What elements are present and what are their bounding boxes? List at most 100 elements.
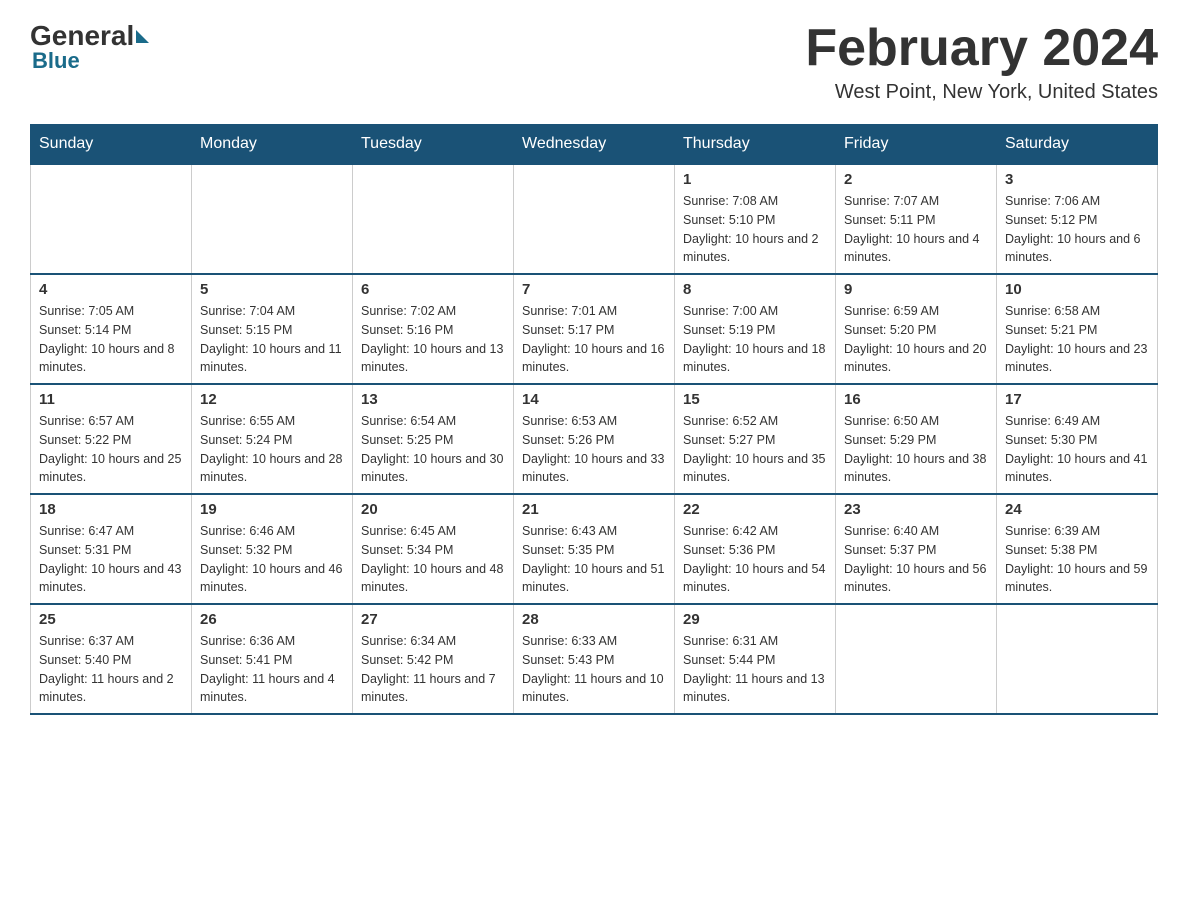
day-number: 25: [39, 611, 183, 628]
calendar-header-row: SundayMondayTuesdayWednesdayThursdayFrid…: [31, 125, 1158, 165]
calendar-cell: 7 Sunrise: 7:01 AMSunset: 5:17 PMDaylight…: [514, 274, 675, 384]
location-text: West Point, New York, United States: [805, 81, 1158, 104]
day-number: 20: [361, 501, 505, 518]
day-info: Sunrise: 6:52 AMSunset: 5:27 PMDaylight:…: [683, 412, 827, 487]
calendar-cell: 9Sunrise: 6:59 AMSunset: 5:20 PMDaylight…: [836, 274, 997, 384]
day-number: 12: [200, 391, 344, 408]
day-number: 16: [844, 391, 988, 408]
calendar-cell: 13Sunrise: 6:54 AMSunset: 5:25 PMDayligh…: [353, 384, 514, 494]
day-info: Sunrise: 6:39 AMSunset: 5:38 PMDaylight:…: [1005, 522, 1149, 597]
day-info: Sunrise: 6:37 AMSunset: 5:40 PMDaylight:…: [39, 632, 183, 707]
day-info: Sunrise: 6:53 AMSunset: 5:26 PMDaylight:…: [522, 412, 666, 487]
calendar-cell: 10 Sunrise: 6:58 AMSunset: 5:21 PMDayligh…: [997, 274, 1158, 384]
day-number: 10: [1005, 281, 1149, 298]
day-number: 2: [844, 171, 988, 188]
day-number: 27: [361, 611, 505, 628]
calendar-cell: 1 Sunrise: 7:08 AMSunset: 5:10 PMDaylight…: [675, 164, 836, 274]
day-info: Sunrise: 7:00 AMSunset: 5:19 PMDaylight:…: [683, 302, 827, 377]
day-info: Sunrise: 6:55 AMSunset: 5:24 PMDaylight:…: [200, 412, 344, 487]
day-number: 15: [683, 391, 827, 408]
day-number: 3: [1005, 171, 1149, 188]
day-info: Sunrise: 6:36 AMSunset: 5:41 PMDaylight:…: [200, 632, 344, 707]
day-info: Sunrise: 6:57 AMSunset: 5:22 PMDaylight:…: [39, 412, 183, 487]
calendar-week-row: 11 Sunrise: 6:57 AMSunset: 5:22 PMDayligh…: [31, 384, 1158, 494]
calendar-cell: 4 Sunrise: 7:05 AMSunset: 5:14 PMDaylight…: [31, 274, 192, 384]
day-number: 21: [522, 501, 666, 518]
calendar-cell: 29 Sunrise: 6:31 AMSunset: 5:44 PMDayligh…: [675, 604, 836, 714]
day-info: Sunrise: 6:31 AMSunset: 5:44 PMDaylight:…: [683, 632, 827, 707]
day-info: Sunrise: 7:02 AMSunset: 5:16 PMDaylight:…: [361, 302, 505, 377]
day-number: 17: [1005, 391, 1149, 408]
calendar-cell: 26Sunrise: 6:36 AMSunset: 5:41 PMDayligh…: [192, 604, 353, 714]
day-info: Sunrise: 6:47 AMSunset: 5:31 PMDaylight:…: [39, 522, 183, 597]
day-number: 14: [522, 391, 666, 408]
calendar-cell: 6 Sunrise: 7:02 AMSunset: 5:16 PMDaylight…: [353, 274, 514, 384]
day-number: 28: [522, 611, 666, 628]
day-number: 29: [683, 611, 827, 628]
day-number: 19: [200, 501, 344, 518]
calendar-cell: 16 Sunrise: 6:50 AMSunset: 5:29 PMDayligh…: [836, 384, 997, 494]
day-number: 11: [39, 391, 183, 408]
day-info: Sunrise: 6:42 AMSunset: 5:36 PMDaylight:…: [683, 522, 827, 597]
day-info: Sunrise: 6:50 AMSunset: 5:29 PMDaylight:…: [844, 412, 988, 487]
month-title: February 2024: [805, 20, 1158, 77]
day-info: Sunrise: 6:40 AMSunset: 5:37 PMDaylight:…: [844, 522, 988, 597]
calendar-cell: [514, 164, 675, 274]
calendar-cell: [192, 164, 353, 274]
day-number: 7: [522, 281, 666, 298]
logo-arrow-icon: [136, 30, 149, 43]
calendar-cell: 17 Sunrise: 6:49 AMSunset: 5:30 PMDayligh…: [997, 384, 1158, 494]
page-header: General Blue February 2024 West Point, N…: [30, 20, 1158, 104]
day-info: Sunrise: 6:46 AMSunset: 5:32 PMDaylight:…: [200, 522, 344, 597]
title-section: February 2024 West Point, New York, Unit…: [805, 20, 1158, 104]
day-number: 4: [39, 281, 183, 298]
calendar-week-row: 4 Sunrise: 7:05 AMSunset: 5:14 PMDaylight…: [31, 274, 1158, 384]
calendar-cell: 15 Sunrise: 6:52 AMSunset: 5:27 PMDayligh…: [675, 384, 836, 494]
day-info: Sunrise: 7:08 AMSunset: 5:10 PMDaylight:…: [683, 192, 827, 267]
calendar-cell: 27 Sunrise: 6:34 AMSunset: 5:42 PMDayligh…: [353, 604, 514, 714]
logo-blue-text: Blue: [32, 48, 150, 74]
calendar-cell: 5 Sunrise: 7:04 AMSunset: 5:15 PMDaylight…: [192, 274, 353, 384]
calendar-cell: 19 Sunrise: 6:46 AMSunset: 5:32 PMDayligh…: [192, 494, 353, 604]
day-info: Sunrise: 7:01 AMSunset: 5:17 PMDaylight:…: [522, 302, 666, 377]
calendar-week-row: 1 Sunrise: 7:08 AMSunset: 5:10 PMDaylight…: [31, 164, 1158, 274]
day-number: 1: [683, 171, 827, 188]
calendar-day-header: Saturday: [997, 125, 1158, 165]
day-info: Sunrise: 6:34 AMSunset: 5:42 PMDaylight:…: [361, 632, 505, 707]
day-info: Sunrise: 6:45 AMSunset: 5:34 PMDaylight:…: [361, 522, 505, 597]
day-info: Sunrise: 7:04 AMSunset: 5:15 PMDaylight:…: [200, 302, 344, 377]
day-number: 6: [361, 281, 505, 298]
calendar-cell: 18Sunrise: 6:47 AMSunset: 5:31 PMDayligh…: [31, 494, 192, 604]
day-number: 24: [1005, 501, 1149, 518]
calendar-cell: 3 Sunrise: 7:06 AMSunset: 5:12 PMDaylight…: [997, 164, 1158, 274]
calendar-day-header: Wednesday: [514, 125, 675, 165]
logo: General Blue: [30, 20, 150, 74]
calendar-cell: 23Sunrise: 6:40 AMSunset: 5:37 PMDayligh…: [836, 494, 997, 604]
day-number: 5: [200, 281, 344, 298]
calendar-week-row: 25 Sunrise: 6:37 AMSunset: 5:40 PMDayligh…: [31, 604, 1158, 714]
calendar-cell: 21 Sunrise: 6:43 AMSunset: 5:35 PMDayligh…: [514, 494, 675, 604]
calendar-cell: [31, 164, 192, 274]
calendar-day-header: Tuesday: [353, 125, 514, 165]
calendar-cell: 11 Sunrise: 6:57 AMSunset: 5:22 PMDayligh…: [31, 384, 192, 494]
calendar-cell: 28Sunrise: 6:33 AMSunset: 5:43 PMDayligh…: [514, 604, 675, 714]
day-info: Sunrise: 6:49 AMSunset: 5:30 PMDaylight:…: [1005, 412, 1149, 487]
day-info: Sunrise: 7:05 AMSunset: 5:14 PMDaylight:…: [39, 302, 183, 377]
calendar-week-row: 18Sunrise: 6:47 AMSunset: 5:31 PMDayligh…: [31, 494, 1158, 604]
day-info: Sunrise: 7:07 AMSunset: 5:11 PMDaylight:…: [844, 192, 988, 267]
day-number: 22: [683, 501, 827, 518]
calendar-cell: 12 Sunrise: 6:55 AMSunset: 5:24 PMDayligh…: [192, 384, 353, 494]
day-number: 9: [844, 281, 988, 298]
day-info: Sunrise: 7:06 AMSunset: 5:12 PMDaylight:…: [1005, 192, 1149, 267]
calendar-cell: 25 Sunrise: 6:37 AMSunset: 5:40 PMDayligh…: [31, 604, 192, 714]
day-info: Sunrise: 6:43 AMSunset: 5:35 PMDaylight:…: [522, 522, 666, 597]
calendar-cell: 2 Sunrise: 7:07 AMSunset: 5:11 PMDaylight…: [836, 164, 997, 274]
calendar-cell: 8 Sunrise: 7:00 AMSunset: 5:19 PMDaylight…: [675, 274, 836, 384]
calendar-cell: 24 Sunrise: 6:39 AMSunset: 5:38 PMDayligh…: [997, 494, 1158, 604]
day-info: Sunrise: 6:58 AMSunset: 5:21 PMDaylight:…: [1005, 302, 1149, 377]
day-number: 8: [683, 281, 827, 298]
calendar-day-header: Sunday: [31, 125, 192, 165]
calendar-day-header: Monday: [192, 125, 353, 165]
calendar-cell: 14 Sunrise: 6:53 AMSunset: 5:26 PMDayligh…: [514, 384, 675, 494]
day-info: Sunrise: 6:54 AMSunset: 5:25 PMDaylight:…: [361, 412, 505, 487]
